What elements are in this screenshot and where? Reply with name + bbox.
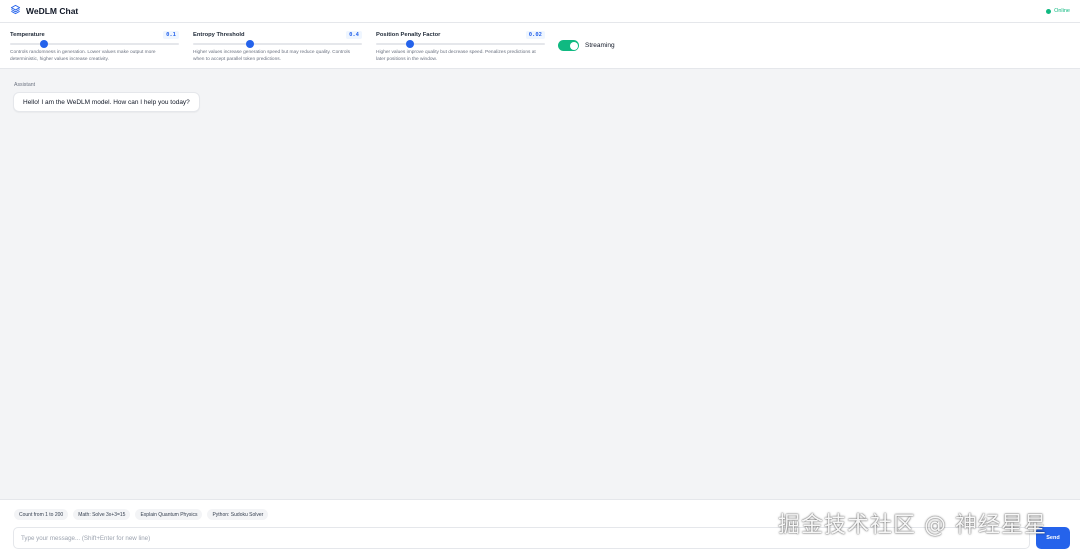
status-dot-icon — [1046, 8, 1052, 14]
penalty-value: 0.02 — [525, 31, 545, 39]
streaming-toggle[interactable] — [558, 40, 579, 51]
temperature-description: Controls randomness in generation. Lower… — [10, 50, 156, 62]
temperature-label: Temperature — [10, 32, 45, 38]
top-bar: WeDLM Chat Online — [0, 0, 1080, 23]
slider-thumb[interactable] — [39, 40, 48, 48]
penalty-description: Higher values improve quality but decrea… — [376, 50, 536, 62]
settings-panel: Temperature 0.1 Controls randomness in g… — [0, 23, 1080, 69]
assistant-message: Hello! I am the WeDLM model. How can I h… — [13, 92, 200, 112]
brand: WeDLM Chat — [10, 2, 78, 20]
slider-track — [376, 43, 545, 45]
status-badge: Online — [1046, 8, 1070, 14]
slider-thumb[interactable] — [405, 40, 414, 48]
layers-icon — [10, 2, 21, 20]
temperature-control: Temperature 0.1 Controls randomness in g… — [10, 30, 179, 63]
slider-thumb[interactable] — [246, 40, 255, 48]
send-button[interactable]: Send — [1036, 527, 1070, 549]
message-input-box — [13, 527, 1030, 549]
temperature-value: 0.1 — [163, 31, 179, 39]
entropy-value: 0.4 — [346, 31, 362, 39]
suggestion-chip[interactable]: Python: Sudoku Solver — [207, 509, 269, 520]
app-title: WeDLM Chat — [26, 6, 79, 16]
temperature-slider[interactable] — [10, 40, 179, 48]
streaming-control: Streaming — [558, 40, 615, 51]
toggle-knob — [569, 41, 578, 50]
suggestion-chip[interactable]: Explain Quantum Physics — [135, 509, 203, 520]
suggestion-chip[interactable]: Math: Solve 3x+3=15 — [73, 509, 131, 520]
message-role: Assistant — [14, 82, 36, 88]
entropy-description: Higher values increase generation speed … — [193, 50, 350, 62]
message-input[interactable] — [21, 534, 1022, 542]
penalty-control: Position Penalty Factor 0.02 Higher valu… — [376, 30, 545, 63]
entropy-label: Entropy Threshold — [193, 32, 245, 38]
slider-track — [10, 43, 179, 45]
suggestion-chip[interactable]: Count from 1 to 200 — [14, 509, 69, 520]
penalty-label: Position Penalty Factor — [376, 32, 441, 38]
penalty-slider[interactable] — [376, 40, 545, 48]
streaming-label: Streaming — [585, 42, 615, 49]
composer-area: Count from 1 to 200 Math: Solve 3x+3=15 … — [0, 499, 1080, 554]
entropy-slider[interactable] — [193, 40, 362, 48]
status-text: Online — [1054, 8, 1070, 14]
slider-track — [193, 43, 362, 45]
suggestion-list: Count from 1 to 200 Math: Solve 3x+3=15 … — [14, 509, 269, 520]
chat-area[interactable]: Assistant Hello! I am the WeDLM model. H… — [0, 69, 1080, 499]
entropy-control: Entropy Threshold 0.4 Higher values incr… — [193, 30, 362, 63]
